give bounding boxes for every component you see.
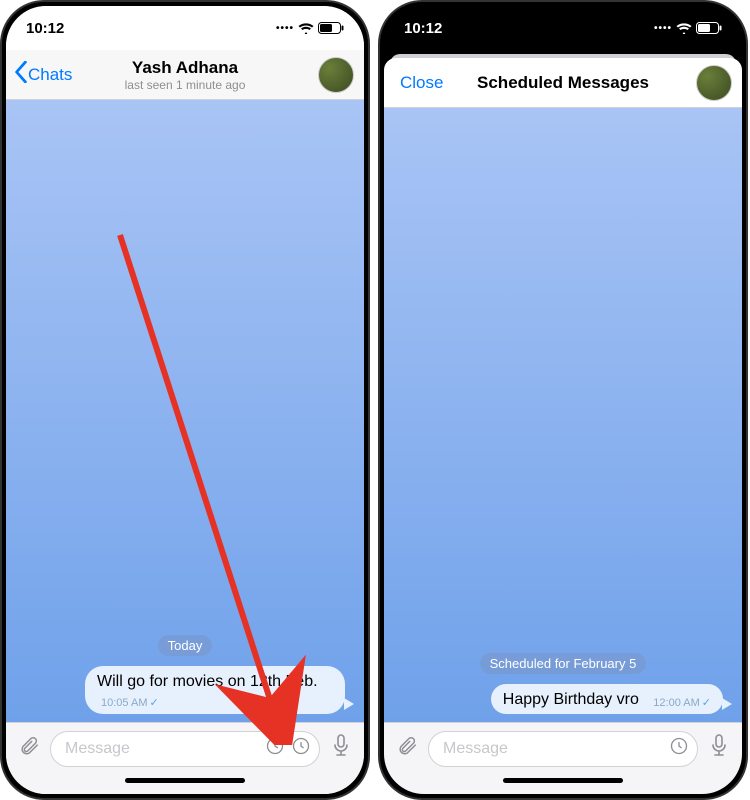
- wifi-icon: [676, 22, 692, 34]
- chat-body[interactable]: Scheduled for February 5 Happy Birthday …: [384, 108, 742, 722]
- date-chip: Today: [158, 635, 213, 656]
- wifi-icon: [298, 22, 314, 34]
- double-check-icon: ✓: [149, 696, 158, 709]
- paperclip-icon: [396, 735, 418, 762]
- bubble-tail: [344, 698, 354, 710]
- message-bubble-outgoing[interactable]: Will go for movies on 12th Feb. 10:05 AM…: [85, 666, 354, 714]
- voice-button[interactable]: [326, 731, 356, 767]
- status-time: 10:12: [404, 20, 442, 37]
- status-bar: 10:12 ••••: [384, 6, 742, 50]
- phone-left: 10:12 •••• Chats: [0, 0, 370, 800]
- message-input-bar: Message: [6, 722, 364, 774]
- paperclip-icon: [18, 735, 40, 762]
- home-indicator: [6, 774, 364, 794]
- battery-icon: [318, 22, 344, 34]
- schedule-clock-icon[interactable]: [265, 736, 285, 761]
- message-input[interactable]: Message: [50, 731, 320, 767]
- chat-header: Chats Yash Adhana last seen 1 minute ago: [6, 50, 364, 100]
- status-bar: 10:12 ••••: [6, 6, 364, 50]
- status-right-cluster: ••••: [654, 22, 722, 34]
- chevron-left-icon: [14, 61, 28, 88]
- sticker-timer-icon[interactable]: [291, 736, 311, 761]
- message-text: Will go for movies on 12th Feb.: [97, 673, 318, 690]
- message-time: 10:05 AM: [101, 697, 147, 709]
- sticker-timer-icon[interactable]: [669, 736, 689, 761]
- modal-sheet-edge: [384, 50, 742, 58]
- microphone-icon: [331, 734, 351, 763]
- attachment-button[interactable]: [392, 731, 422, 767]
- back-button[interactable]: Chats: [14, 61, 72, 88]
- attachment-button[interactable]: [14, 731, 44, 767]
- status-right-cluster: ••••: [276, 22, 344, 34]
- back-label: Chats: [28, 65, 72, 85]
- scheduled-header: Close Scheduled Messages: [384, 58, 742, 108]
- battery-icon: [696, 22, 722, 34]
- message-input-bar: Message: [384, 722, 742, 774]
- status-time: 10:12: [26, 20, 64, 37]
- avatar[interactable]: [696, 65, 732, 101]
- microphone-icon: [709, 734, 729, 763]
- message-input[interactable]: Message: [428, 731, 698, 767]
- phone-right: 10:12 •••• Close Scheduled Messages: [378, 0, 748, 800]
- avatar[interactable]: [318, 57, 354, 93]
- signal-icon: ••••: [276, 23, 294, 34]
- date-chip: Scheduled for February 5: [480, 653, 647, 674]
- chat-body[interactable]: Today Will go for movies on 12th Feb. 10…: [6, 100, 364, 722]
- home-indicator: [384, 774, 742, 794]
- message-placeholder: Message: [443, 740, 508, 758]
- double-check-icon: ✓: [702, 696, 711, 709]
- message-time: 12:00 AM: [653, 697, 699, 709]
- message-text: Happy Birthday vro: [503, 691, 639, 708]
- voice-button[interactable]: [704, 731, 734, 767]
- signal-icon: ••••: [654, 23, 672, 34]
- bubble-tail: [722, 698, 732, 710]
- close-button[interactable]: Close: [392, 73, 451, 93]
- message-bubble-outgoing[interactable]: Happy Birthday vro 12:00 AM ✓: [491, 684, 732, 714]
- message-placeholder: Message: [65, 740, 130, 758]
